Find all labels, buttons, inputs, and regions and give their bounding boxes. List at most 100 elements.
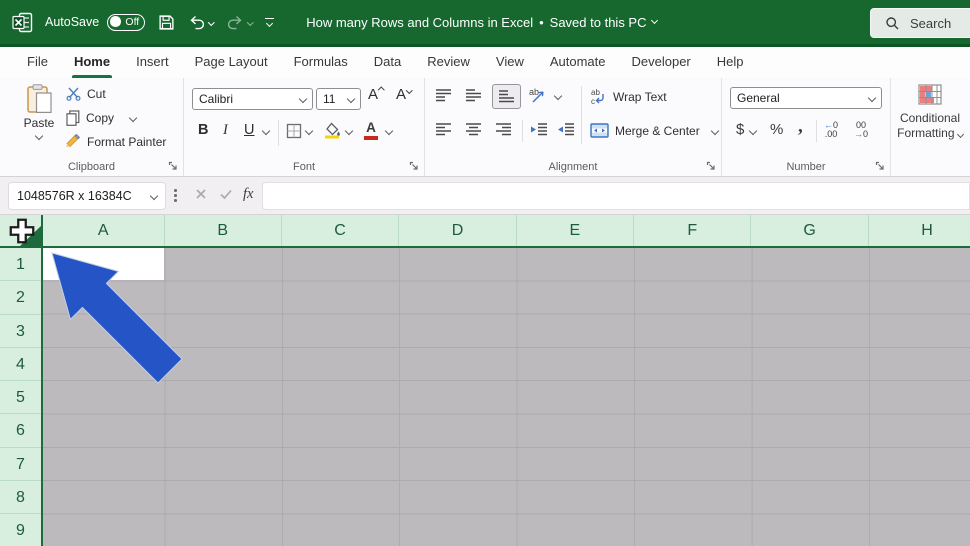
- fill-color-dropdown-icon[interactable]: [344, 126, 354, 136]
- comma-style-button[interactable]: ,: [798, 116, 803, 138]
- number-dialog-launcher-icon[interactable]: [875, 161, 885, 171]
- column-header-h[interactable]: H: [868, 215, 970, 246]
- search-box[interactable]: Search: [870, 8, 970, 38]
- accounting-format-button[interactable]: $: [736, 121, 744, 138]
- accounting-dropdown-icon[interactable]: [748, 126, 758, 136]
- shrink-font-button[interactable]: A: [396, 86, 413, 103]
- tab-insert[interactable]: Insert: [123, 47, 182, 78]
- autosave-control[interactable]: AutoSave Off: [45, 13, 146, 31]
- tab-home[interactable]: Home: [61, 47, 123, 78]
- font-dialog-launcher-icon[interactable]: [409, 161, 419, 171]
- insert-function-button[interactable]: fx: [243, 185, 253, 203]
- clipboard-group: Paste Cut Copy Format Painter Clipboard: [0, 78, 184, 176]
- row-header-8[interactable]: 8: [0, 481, 41, 515]
- active-cell-a1[interactable]: [43, 248, 164, 281]
- formula-bar-row: 1048576R x 16384C fx: [0, 177, 970, 215]
- font-size-combo[interactable]: 11: [316, 88, 361, 110]
- sheet-cells[interactable]: [43, 248, 970, 546]
- decrease-decimal-button[interactable]: 00 →0: [854, 121, 868, 139]
- undo-dropdown-icon[interactable]: [208, 18, 215, 26]
- document-title[interactable]: How many Rows and Columns in Excel • Sav…: [306, 15, 659, 30]
- align-left-button[interactable]: [435, 122, 452, 137]
- copy-dropdown-icon[interactable]: [128, 113, 138, 123]
- row-header-3[interactable]: 3: [0, 314, 41, 348]
- tab-page-layout[interactable]: Page Layout: [182, 47, 281, 78]
- column-header-g[interactable]: G: [751, 215, 869, 246]
- column-header-c[interactable]: C: [281, 215, 400, 246]
- row-header-9[interactable]: 9: [0, 514, 41, 546]
- tab-review[interactable]: Review: [414, 47, 483, 78]
- formula-bar-handle-icon[interactable]: [174, 189, 177, 202]
- orientation-button[interactable]: ab: [529, 86, 547, 104]
- column-header-a[interactable]: A: [43, 215, 165, 246]
- grow-font-button[interactable]: A: [368, 86, 385, 103]
- formula-bar-input[interactable]: [262, 182, 970, 210]
- font-color-dropdown-icon[interactable]: [384, 126, 394, 136]
- font-name-combo[interactable]: Calibri: [192, 88, 313, 110]
- column-header-e[interactable]: E: [516, 215, 635, 246]
- row-header-2[interactable]: 2: [0, 281, 41, 315]
- autosave-toggle[interactable]: Off: [107, 13, 146, 31]
- align-bottom-button[interactable]: [492, 84, 521, 109]
- enter-button[interactable]: [219, 187, 233, 206]
- column-header-d[interactable]: D: [399, 215, 517, 246]
- format-painter-button[interactable]: Format Painter: [66, 134, 166, 149]
- alignment-dialog-launcher-icon[interactable]: [706, 161, 716, 171]
- tab-data[interactable]: Data: [361, 47, 414, 78]
- underline-button[interactable]: U: [244, 122, 254, 138]
- align-right-button[interactable]: [495, 122, 512, 137]
- merge-center-button[interactable]: Merge & Center: [590, 123, 719, 138]
- row-header-7[interactable]: 7: [0, 447, 41, 482]
- select-all-button[interactable]: [0, 215, 41, 246]
- font-color-button[interactable]: A: [364, 120, 378, 140]
- save-button[interactable]: [158, 14, 175, 31]
- align-middle-button[interactable]: [465, 88, 482, 103]
- tab-developer[interactable]: Developer: [619, 47, 704, 78]
- name-box[interactable]: 1048576R x 16384C: [8, 182, 166, 210]
- wrap-text-icon: ab c: [591, 88, 604, 105]
- align-top-button[interactable]: [435, 88, 452, 103]
- title-dropdown-icon[interactable]: [651, 16, 659, 25]
- italic-button[interactable]: I: [223, 122, 228, 139]
- borders-button[interactable]: [286, 123, 302, 139]
- conditional-formatting-button[interactable]: Conditional Formatting: [897, 84, 964, 141]
- increase-indent-button[interactable]: [557, 122, 575, 137]
- redo-dropdown-icon[interactable]: [246, 18, 254, 26]
- column-header-f[interactable]: F: [634, 215, 752, 246]
- row-header-4[interactable]: 4: [0, 347, 41, 382]
- number-format-combo[interactable]: General: [730, 87, 882, 109]
- redo-button[interactable]: [227, 15, 254, 30]
- tab-automate[interactable]: Automate: [537, 47, 619, 78]
- font-name-dropdown-icon: [298, 94, 308, 104]
- bold-button[interactable]: B: [198, 122, 208, 138]
- copy-button[interactable]: Copy: [66, 110, 138, 126]
- column-header-b[interactable]: B: [164, 215, 282, 246]
- merge-center-dropdown-icon[interactable]: [710, 126, 719, 135]
- percent-style-button[interactable]: %: [770, 121, 783, 138]
- tab-view[interactable]: View: [483, 47, 537, 78]
- ribbon-tab-row: File Home Insert Page Layout Formulas Da…: [0, 47, 970, 78]
- paste-dropdown-icon[interactable]: [34, 131, 44, 141]
- underline-dropdown-icon[interactable]: [261, 126, 271, 136]
- tab-file[interactable]: File: [14, 47, 61, 78]
- tab-formulas[interactable]: Formulas: [281, 47, 361, 78]
- borders-dropdown-icon[interactable]: [304, 126, 314, 136]
- align-center-button[interactable]: [465, 122, 482, 137]
- clipboard-dialog-launcher-icon[interactable]: [168, 161, 178, 171]
- cut-button[interactable]: Cut: [66, 86, 106, 101]
- fill-color-button[interactable]: [324, 122, 341, 139]
- undo-button[interactable]: [188, 15, 215, 30]
- quick-access-toolbar-button[interactable]: [265, 17, 275, 28]
- cancel-button[interactable]: [194, 187, 208, 206]
- paste-button[interactable]: Paste: [16, 84, 62, 141]
- name-box-dropdown-icon[interactable]: [149, 191, 159, 201]
- row-header-1[interactable]: 1: [0, 248, 41, 282]
- autosave-label: AutoSave: [45, 15, 100, 29]
- row-header-5[interactable]: 5: [0, 381, 41, 415]
- wrap-text-button[interactable]: ab c Wrap Text: [590, 88, 667, 105]
- row-header-6[interactable]: 6: [0, 414, 41, 448]
- orientation-dropdown-icon[interactable]: [553, 91, 563, 101]
- increase-decimal-button[interactable]: ←0 .00: [824, 121, 838, 139]
- decrease-indent-button[interactable]: [530, 122, 548, 137]
- tab-help[interactable]: Help: [704, 47, 757, 78]
